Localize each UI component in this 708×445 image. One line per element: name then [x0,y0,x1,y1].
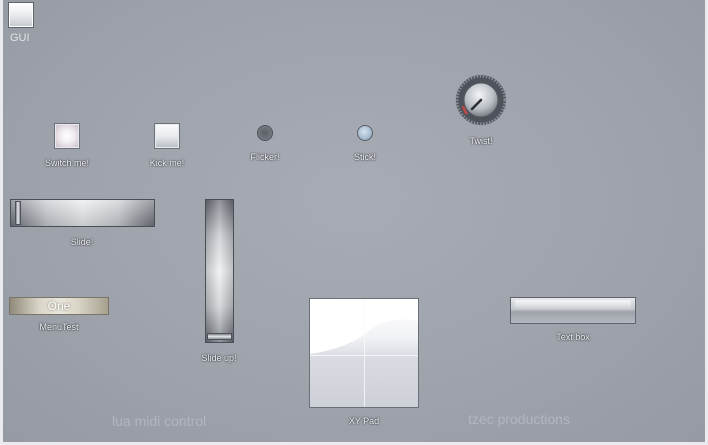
gui-button[interactable] [8,2,34,28]
flicker-label: Flicker! [250,152,280,162]
xy-pad-crosshair-horizontal [310,355,418,356]
horizontal-slider[interactable] [10,199,155,227]
footer-right-text: tzec productions [468,411,570,427]
slide-label: Slide! [70,237,94,247]
switch-label: Switch me! [44,158,90,168]
text-box[interactable] [510,297,636,324]
stick-led[interactable] [357,125,373,141]
kick-button[interactable] [154,123,180,149]
footer-left-text: lua midi control [112,413,207,429]
kick-label: Kick me! [149,158,185,168]
menu-select[interactable]: One [9,297,109,315]
vertical-slider-thumb[interactable] [207,333,232,340]
slideup-label: Slide up! [201,353,237,363]
stick-label: Stick! [353,152,377,162]
switch-button[interactable] [54,123,80,149]
xy-pad-crosshair-vertical [364,299,365,407]
gui-label: GUI [10,32,30,44]
xypad-label: XY Pad [348,416,380,426]
textbox-label: Text box [556,332,590,342]
rotary-knob-icon [455,74,507,126]
flicker-led[interactable] [257,125,273,141]
horizontal-slider-thumb[interactable] [15,201,21,225]
xy-pad[interactable] [309,298,419,408]
twist-label: Twist! [469,136,493,146]
menu-label: MenuTest [39,322,79,332]
twist-knob[interactable] [455,74,507,126]
vertical-slider[interactable] [205,199,234,343]
